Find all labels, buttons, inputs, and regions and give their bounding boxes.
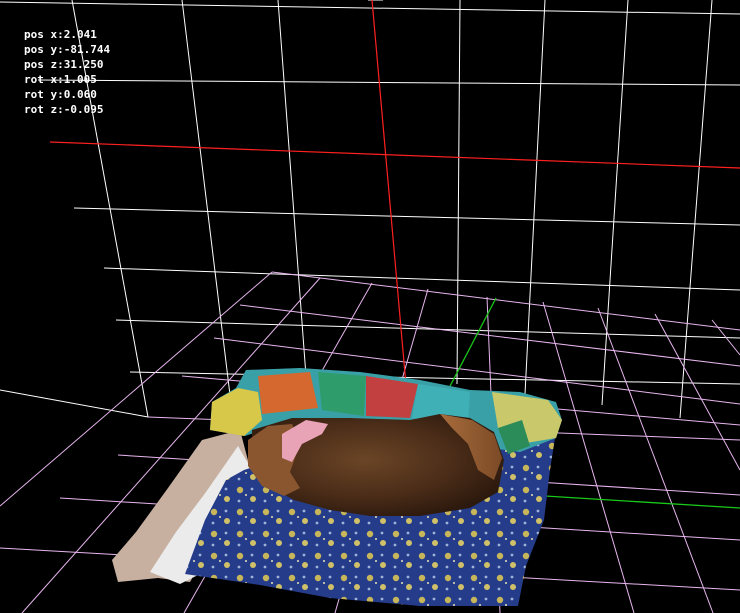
rot-x-readout: rot x:1.005 (24, 73, 97, 86)
pillow-segment-green (318, 372, 366, 416)
rot-y-readout: rot y:0.060 (24, 88, 97, 101)
pose-readout: pos x:2.041 pos y:-81.744 pos z:31.250 r… (24, 27, 110, 117)
pos-y-readout: pos y:-81.744 (24, 43, 111, 56)
pos-x-readout: pos x:2.041 (24, 28, 97, 41)
pillow-segment-orange (258, 372, 318, 414)
rot-z-readout: rot z:-0.095 (24, 103, 104, 116)
pos-z-readout: pos z:31.250 (24, 58, 104, 71)
3d-viewport[interactable] (0, 0, 740, 613)
